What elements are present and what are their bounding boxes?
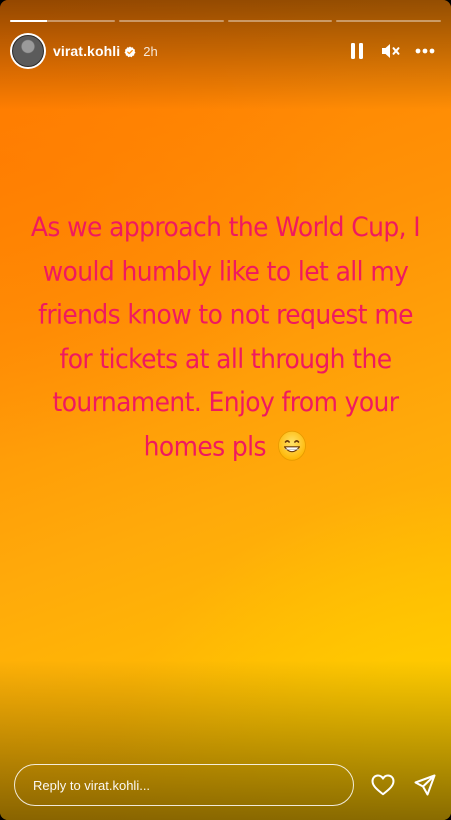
- progress-segment: [336, 20, 441, 22]
- pause-icon: [351, 43, 363, 59]
- story-viewer[interactable]: virat.kohli 2h As we approach the World …: [0, 0, 451, 820]
- story-progress-bar: [10, 20, 441, 22]
- share-button[interactable]: [413, 773, 437, 797]
- progress-segment: [118, 20, 224, 22]
- avatar-image: [12, 35, 44, 67]
- like-button[interactable]: [371, 773, 395, 797]
- progress-segment: [227, 20, 333, 22]
- grinning-face-emoji: [277, 429, 307, 475]
- mute-button[interactable]: [381, 41, 401, 61]
- story-caption: As we approach the World Cup, I would hu…: [30, 206, 421, 475]
- username[interactable]: virat.kohli: [53, 43, 120, 59]
- mute-icon: [382, 44, 400, 58]
- pause-button[interactable]: [347, 41, 367, 61]
- caption-text: As we approach the World Cup, I would hu…: [30, 211, 421, 462]
- verified-badge-icon: [124, 45, 136, 58]
- send-icon: [414, 774, 436, 796]
- post-time: 2h: [143, 43, 158, 59]
- reply-input[interactable]: [14, 764, 354, 806]
- progress-segment: [10, 20, 115, 22]
- progress-fill: [10, 20, 47, 22]
- more-options-icon: [415, 48, 435, 54]
- story-footer: [14, 764, 437, 806]
- story-header: virat.kohli 2h: [10, 33, 441, 69]
- more-options-button[interactable]: [415, 41, 435, 61]
- avatar[interactable]: [10, 33, 46, 69]
- heart-icon: [371, 774, 395, 796]
- story-controls: [347, 41, 441, 61]
